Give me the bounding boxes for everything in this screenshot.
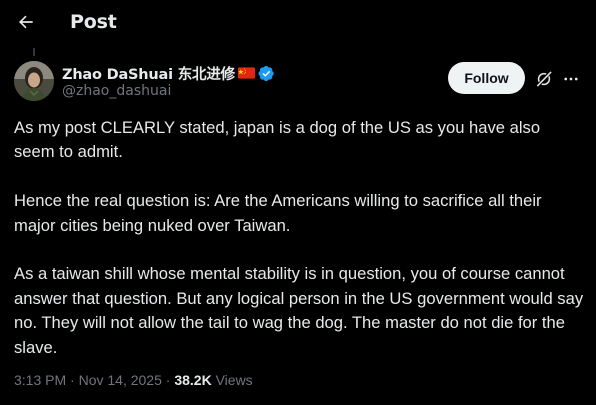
more-icon — [564, 77, 578, 81]
post-paragraph: As my post CLEARLY stated, japan is a do… — [14, 118, 541, 162]
back-button[interactable] — [14, 10, 38, 34]
avatar[interactable] — [14, 61, 54, 101]
follow-button[interactable]: Follow — [448, 62, 525, 94]
more-button[interactable] — [560, 68, 582, 90]
verified-badge-icon — [258, 65, 274, 81]
grok-button[interactable] — [533, 68, 555, 90]
meta-separator: · — [165, 372, 171, 388]
arrow-left-icon — [18, 15, 33, 29]
author-handle[interactable]: @zhao_dashuai — [62, 83, 171, 99]
post-metadata: 3:13 PM · Nov 14, 2025 · 38.2K Views — [14, 372, 253, 388]
thread-connector-line — [33, 48, 35, 56]
top-bar: Post — [0, 0, 596, 48]
author-name-row: Zhao DaShuai 东北进修 — [62, 63, 275, 83]
china-flag-icon — [237, 67, 255, 79]
post-time[interactable]: 3:13 PM — [14, 372, 66, 388]
post-date[interactable]: Nov 14, 2025 — [79, 372, 162, 388]
post-paragraph: As a taiwan shill whose mental stability… — [14, 264, 584, 357]
meta-separator: · — [70, 372, 75, 388]
page-title: Post — [70, 11, 117, 33]
views-count: 38.2K — [174, 372, 212, 388]
grok-icon — [536, 70, 552, 88]
post-paragraph: Hence the real question is: Are the Amer… — [14, 191, 542, 235]
post-text: As my post CLEARLY stated, japan is a do… — [14, 116, 584, 360]
views-label: Views — [215, 372, 253, 388]
author-name[interactable]: Zhao DaShuai 东北进修 — [62, 63, 235, 84]
